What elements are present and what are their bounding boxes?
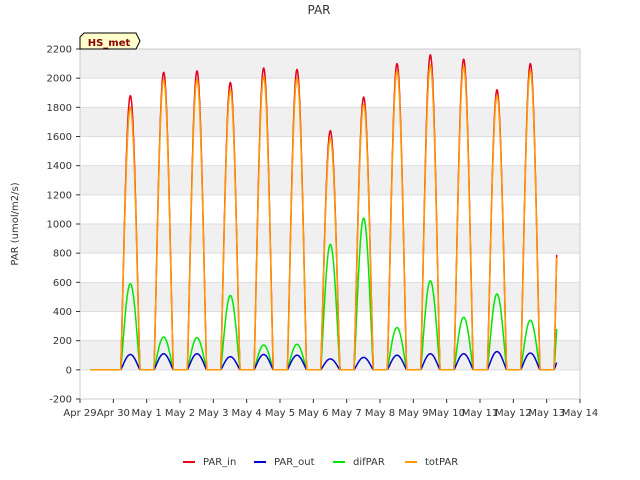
x-tick-label: May 2 <box>165 408 195 419</box>
x-tick-label: May 3 <box>198 408 228 419</box>
legend-label: difPAR <box>353 457 385 468</box>
x-tick-label: May 12 <box>495 408 532 419</box>
y-tick-label: 1200 <box>47 190 72 201</box>
y-tick-label: 200 <box>53 336 72 347</box>
x-tick-label: May 11 <box>462 408 499 419</box>
x-tick-label: May 7 <box>332 408 362 419</box>
station-badge: HS_met <box>79 32 141 50</box>
y-tick-label: 1400 <box>47 161 72 172</box>
y-tick-label: 600 <box>53 278 72 289</box>
x-tick-label: Apr 30 <box>97 408 130 419</box>
chart-title: PAR <box>307 3 330 17</box>
y-tick-label: 400 <box>53 307 72 318</box>
y-tick-label: 1000 <box>47 220 72 231</box>
y-tick-label: 2000 <box>47 74 72 85</box>
par-chart: -200 0 200 400 600 800 1000 1200 1400 1600 1800 200… <box>0 0 640 480</box>
station-badge-label: HS_met <box>88 38 131 49</box>
plot-band <box>80 49 580 79</box>
x-tick-label: May 10 <box>428 408 465 419</box>
y-tick-label: 1800 <box>47 103 72 114</box>
x-tick-label: May 8 <box>365 408 395 419</box>
y-tick-label: 2200 <box>47 45 72 56</box>
x-tick-label: May 5 <box>265 408 295 419</box>
y-axis-label: PAR (umol/m2/s) <box>10 182 21 265</box>
x-tick-label: May 6 <box>298 408 328 419</box>
y-tick-label: -200 <box>49 395 72 406</box>
x-tick-label: Apr 29 <box>63 408 96 419</box>
legend-label: PAR_in <box>203 457 236 468</box>
y-tick-label: 0 <box>66 365 72 376</box>
legend-label: totPAR <box>425 457 458 468</box>
x-tick-label: May 4 <box>232 408 262 419</box>
x-tick-label: May 9 <box>398 408 428 419</box>
y-tick-label: 1600 <box>47 132 72 143</box>
plot-band <box>80 165 580 195</box>
x-tick-label: May 1 <box>132 408 162 419</box>
legend-label: PAR_out <box>274 457 315 468</box>
x-tick-label: May 14 <box>562 408 599 419</box>
x-tick-label: May 13 <box>528 408 565 419</box>
y-tick-label: 800 <box>53 249 72 260</box>
plot-band <box>80 224 580 254</box>
